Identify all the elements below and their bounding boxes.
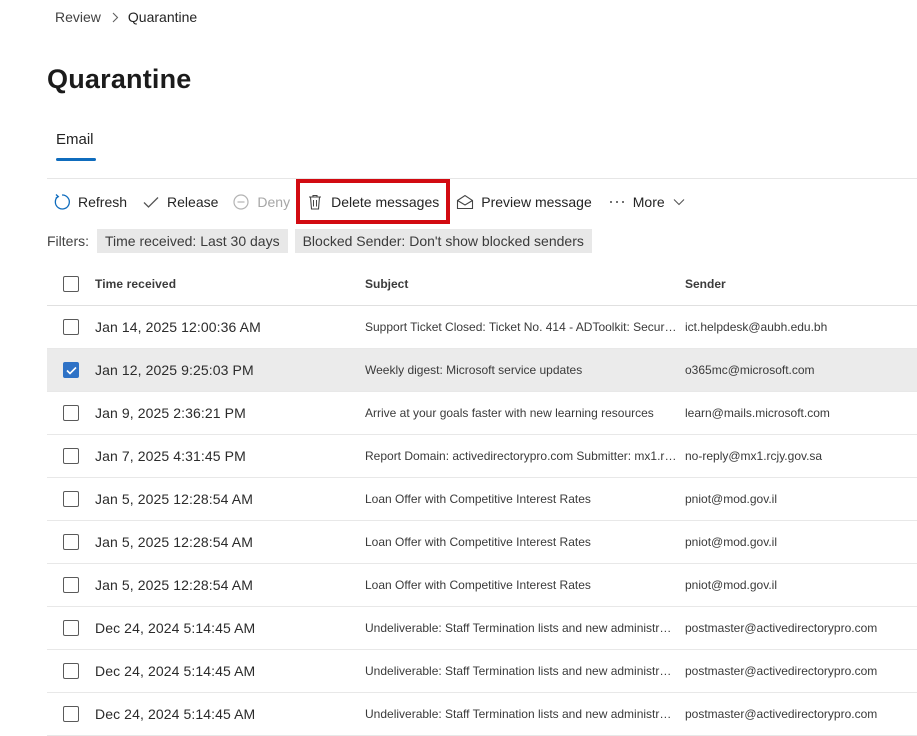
cell-subject[interactable]: Loan Offer with Competitive Interest Rat…	[365, 578, 677, 592]
more-button[interactable]: More	[608, 188, 685, 215]
more-label: More	[632, 193, 665, 210]
cell-sender: pniot@mod.gov.il	[685, 535, 778, 549]
cell-time-received: Dec 24, 2024 5:14:45 AM	[95, 620, 256, 636]
row-checkbox[interactable]	[63, 534, 79, 550]
more-ellipsis-icon	[608, 193, 626, 211]
table-row[interactable]: Jan 9, 2025 2:36:21 PM Arrive at your goa…	[47, 392, 917, 435]
checkmark-icon	[142, 193, 160, 211]
cell-sender: pniot@mod.gov.il	[685, 578, 778, 592]
table-row[interactable]: Jan 5, 2025 12:28:54 AM Loan Offer with C…	[47, 521, 917, 564]
page-title: Quarantine	[47, 64, 192, 94]
filter-key: Time received:	[105, 233, 197, 249]
row-checkbox[interactable]	[63, 405, 79, 421]
column-header-subject[interactable]: Subject	[365, 277, 677, 291]
deny-button[interactable]: Deny	[232, 188, 290, 215]
release-button[interactable]: Release	[142, 188, 218, 215]
command-bar: Refresh Release Deny Delete messages Pre…	[53, 179, 685, 224]
release-label: Release	[167, 193, 219, 210]
row-checkbox[interactable]	[63, 706, 79, 722]
cell-subject[interactable]: Undeliverable: Staff Termination lists a…	[365, 707, 677, 721]
breadcrumb: Review Quarantine	[55, 9, 197, 25]
divider	[47, 178, 917, 179]
preview-message-label: Preview message	[481, 193, 592, 210]
preview-message-button[interactable]: Preview message	[456, 188, 592, 215]
chevron-down-icon	[673, 198, 685, 206]
filters-bar: Filters: Time received: Last 30 days Blo…	[47, 229, 599, 253]
cell-time-received: Jan 5, 2025 12:28:54 AM	[95, 491, 253, 507]
row-checkbox[interactable]	[63, 663, 79, 679]
cell-sender: ict.helpdesk@aubh.edu.bh	[685, 320, 828, 334]
filters-label: Filters:	[47, 233, 89, 249]
quarantine-table: Time received Subject Sender Jan 14, 202…	[47, 262, 917, 736]
row-checkbox[interactable]	[63, 448, 79, 464]
active-tab-indicator	[56, 158, 96, 161]
cell-subject[interactable]: Loan Offer with Competitive Interest Rat…	[365, 535, 677, 549]
cell-sender: no-reply@mx1.rcjy.gov.sa	[685, 449, 823, 463]
row-checkbox[interactable]	[63, 491, 79, 507]
cell-sender: postmaster@activedirectorypro.com	[685, 621, 878, 635]
block-icon	[232, 193, 250, 211]
column-header-sender[interactable]: Sender	[685, 277, 726, 291]
cell-time-received: Dec 24, 2024 5:14:45 AM	[95, 663, 256, 679]
cell-sender: pniot@mod.gov.il	[685, 492, 778, 506]
table-row[interactable]: Jan 12, 2025 9:25:03 PM Weekly digest: Mi…	[47, 349, 917, 392]
cell-sender: postmaster@activedirectorypro.com	[685, 707, 878, 721]
cell-time-received: Dec 24, 2024 5:14:45 AM	[95, 706, 256, 722]
cell-sender: learn@mails.microsoft.com	[685, 406, 830, 420]
table-header: Time received Subject Sender	[47, 262, 917, 306]
table-row[interactable]: Dec 24, 2024 5:14:45 AM Undeliverable: St…	[47, 607, 917, 650]
breadcrumb-current: Quarantine	[127, 9, 198, 25]
tab-email[interactable]: Email	[56, 131, 94, 148]
table-row[interactable]: Dec 24, 2024 5:14:45 AM Undeliverable: St…	[47, 650, 917, 693]
cell-time-received: Jan 9, 2025 2:36:21 PM	[95, 405, 246, 421]
envelope-open-icon	[456, 193, 474, 211]
row-checkbox[interactable]	[63, 362, 79, 378]
cell-time-received: Jan 5, 2025 12:28:54 AM	[95, 577, 253, 593]
column-header-time-received[interactable]: Time received	[95, 277, 176, 291]
table-row[interactable]: Jan 5, 2025 12:28:54 AM Loan Offer with C…	[47, 478, 917, 521]
table-row[interactable]: Jan 7, 2025 4:31:45 PM Report Domain: act…	[47, 435, 917, 478]
trash-icon	[306, 193, 324, 211]
refresh-button[interactable]: Refresh	[53, 188, 127, 215]
delete-messages-label: Delete messages	[331, 193, 440, 210]
delete-messages-button[interactable]: Delete messages	[296, 179, 451, 224]
cell-subject[interactable]: Loan Offer with Competitive Interest Rat…	[365, 492, 677, 506]
filter-value: Last 30 days	[200, 233, 280, 249]
cell-time-received: Jan 5, 2025 12:28:54 AM	[95, 534, 253, 550]
filter-key: Blocked Sender:	[302, 233, 406, 249]
cell-sender: o365mc@microsoft.com	[685, 363, 815, 377]
row-checkbox[interactable]	[63, 577, 79, 593]
breadcrumb-review-link[interactable]: Review	[55, 9, 101, 25]
checkmark-icon	[65, 366, 77, 375]
cell-subject[interactable]: Arrive at your goals faster with new lea…	[365, 406, 677, 420]
table-row[interactable]: Dec 24, 2024 5:14:45 AM Undeliverable: St…	[47, 693, 917, 736]
cell-subject[interactable]: Report Domain: activedirectorypro.com Su…	[365, 449, 677, 463]
cell-subject[interactable]: Weekly digest: Microsoft service updates	[365, 363, 677, 377]
cell-sender: postmaster@activedirectorypro.com	[685, 664, 878, 678]
deny-label: Deny	[257, 193, 291, 210]
table-row[interactable]: Jan 5, 2025 12:28:54 AM Loan Offer with C…	[47, 564, 917, 607]
filter-time-received[interactable]: Time received: Last 30 days	[97, 229, 288, 253]
filter-blocked-sender[interactable]: Blocked Sender: Don't show blocked sende…	[294, 229, 592, 253]
chevron-right-icon	[112, 12, 119, 23]
cell-subject[interactable]: Support Ticket Closed: Ticket No. 414 - …	[365, 320, 677, 334]
cell-time-received: Jan 7, 2025 4:31:45 PM	[95, 448, 246, 464]
cell-time-received: Jan 14, 2025 12:00:36 AM	[95, 319, 261, 335]
row-checkbox[interactable]	[63, 319, 79, 335]
filter-value: Don't show blocked senders	[409, 233, 584, 249]
cell-time-received: Jan 12, 2025 9:25:03 PM	[95, 362, 254, 378]
table-row[interactable]: Jan 14, 2025 12:00:36 AM Support Ticket C…	[47, 306, 917, 349]
select-all-checkbox[interactable]	[63, 275, 79, 292]
cell-subject[interactable]: Undeliverable: Staff Termination lists a…	[365, 664, 677, 678]
refresh-icon	[53, 193, 71, 211]
row-checkbox[interactable]	[63, 620, 79, 636]
refresh-label: Refresh	[78, 193, 128, 210]
cell-subject[interactable]: Undeliverable: Staff Termination lists a…	[365, 621, 677, 635]
